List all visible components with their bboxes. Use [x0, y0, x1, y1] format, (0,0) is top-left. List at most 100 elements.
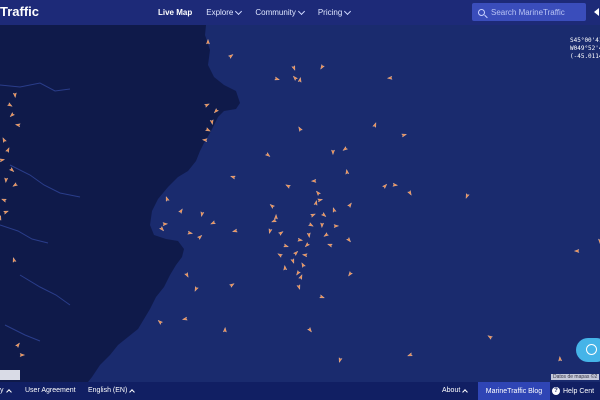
- vessel-marker-icon[interactable]: [347, 202, 353, 208]
- footer-language-label: English (EN): [88, 387, 128, 394]
- vessel-marker-icon[interactable]: [319, 294, 325, 300]
- vessel-marker-icon[interactable]: [265, 152, 271, 158]
- vessel-marker-icon[interactable]: [333, 224, 340, 228]
- vessel-marker-icon[interactable]: [320, 222, 324, 229]
- vessel-marker-icon[interactable]: [296, 284, 301, 290]
- vessel-marker-icon[interactable]: [401, 133, 407, 138]
- footer-user-agreement-link[interactable]: User Agreement: [25, 387, 76, 394]
- vessel-marker-icon[interactable]: [327, 243, 333, 248]
- vessel-marker-icon[interactable]: [269, 203, 275, 209]
- vessel-marker-icon[interactable]: [297, 237, 304, 242]
- map-scale: [0, 370, 20, 380]
- main-nav: Live Map Explore Community Pricing: [158, 0, 364, 25]
- chevron-up-icon: [5, 388, 12, 395]
- vessel-marker-icon[interactable]: [487, 334, 493, 340]
- vessel-marker-icon[interactable]: [268, 228, 273, 234]
- vessel-marker-icon[interactable]: [345, 168, 350, 175]
- nav-pricing[interactable]: Pricing: [318, 7, 352, 17]
- vessel-marker-icon[interactable]: [331, 149, 335, 156]
- vessel-marker-icon[interactable]: [382, 183, 388, 189]
- live-map[interactable]: S45°00'41. W049°52'4 (-45.0114, Datos de…: [0, 25, 600, 382]
- vessel-marker-icon[interactable]: [290, 258, 296, 264]
- vessel-marker-icon[interactable]: [313, 200, 318, 206]
- vessel-marker-icon[interactable]: [307, 327, 313, 333]
- chevron-up-icon: [129, 388, 136, 395]
- vessel-marker-icon[interactable]: [291, 65, 297, 71]
- vessel-marker-icon[interactable]: [386, 75, 393, 80]
- vessel-marker-icon[interactable]: [293, 250, 299, 256]
- top-navigation-bar: Traffic Live Map Explore Community Prici…: [0, 0, 600, 25]
- vessel-marker-icon[interactable]: [310, 212, 317, 218]
- vessel-marker-icon[interactable]: [162, 222, 169, 227]
- vessel-marker-icon[interactable]: [301, 253, 308, 258]
- vessel-marker-icon[interactable]: [372, 122, 378, 128]
- vessel-marker-icon[interactable]: [184, 272, 190, 278]
- footer-about-label: About: [442, 387, 461, 394]
- vessel-marker-icon[interactable]: [182, 316, 188, 321]
- vessel-marker-icon[interactable]: [283, 264, 288, 271]
- vessel-marker-icon[interactable]: [274, 76, 280, 81]
- vessel-marker-icon[interactable]: [338, 357, 343, 363]
- vessel-marker-icon[interactable]: [392, 182, 399, 187]
- vessel-marker-icon[interactable]: [178, 208, 184, 214]
- vessel-marker-icon[interactable]: [347, 271, 353, 277]
- vessel-marker-icon[interactable]: [323, 232, 329, 238]
- vessel-marker-icon[interactable]: [210, 220, 216, 226]
- vessel-marker-icon[interactable]: [310, 179, 317, 183]
- vessel-marker-icon[interactable]: [292, 75, 298, 81]
- vessel-marker-icon[interactable]: [315, 190, 321, 196]
- footer-language-select[interactable]: English (EN): [88, 387, 136, 395]
- vessel-marker-icon[interactable]: [298, 274, 304, 280]
- footer-privacy-link[interactable]: y: [0, 387, 12, 395]
- vessel-marker-icon[interactable]: [228, 53, 234, 59]
- vessel-marker-icon[interactable]: [317, 198, 323, 203]
- chat-button[interactable]: [576, 338, 600, 362]
- vessel-marker-icon[interactable]: [300, 262, 306, 268]
- vessel-marker-icon[interactable]: [271, 218, 277, 224]
- vessel-marker-icon[interactable]: [157, 319, 163, 325]
- vessel-marker-icon[interactable]: [200, 211, 205, 217]
- vessel-marker-icon[interactable]: [165, 196, 170, 202]
- search-placeholder: Search MarineTraffic: [491, 7, 565, 17]
- vessel-marker-icon[interactable]: [278, 230, 284, 236]
- search-input[interactable]: Search MarineTraffic: [472, 3, 586, 21]
- nav-community[interactable]: Community: [255, 7, 305, 17]
- vessel-marker-icon[interactable]: [297, 76, 302, 83]
- vessel-marker-icon[interactable]: [193, 286, 199, 293]
- vessel-marker-icon[interactable]: [297, 126, 303, 132]
- vessel-marker-icon[interactable]: [274, 213, 278, 220]
- vessel-marker-icon[interactable]: [232, 228, 238, 233]
- vessel-marker-icon[interactable]: [573, 249, 580, 253]
- vessel-marker-icon[interactable]: [197, 234, 203, 240]
- vessel-marker-icon[interactable]: [283, 243, 289, 248]
- search-icon: [478, 8, 485, 16]
- vessel-marker-icon[interactable]: [229, 282, 235, 288]
- vessel-marker-icon[interactable]: [304, 242, 310, 248]
- footer-about-link[interactable]: About: [442, 387, 469, 395]
- footer-blog-link[interactable]: MarineTraffic Blog: [478, 382, 550, 400]
- collapse-arrow-icon[interactable]: [594, 8, 599, 16]
- vessel-marker-icon[interactable]: [295, 270, 301, 276]
- vessel-marker-icon[interactable]: [277, 252, 283, 258]
- vessel-marker-icon[interactable]: [332, 207, 337, 213]
- vessel-marker-icon[interactable]: [465, 193, 470, 199]
- vessel-marker-icon[interactable]: [342, 146, 348, 152]
- chevron-down-icon: [344, 7, 352, 15]
- vessel-marker-icon[interactable]: [308, 222, 314, 228]
- vessel-marker-icon[interactable]: [159, 226, 165, 232]
- vessel-marker-icon[interactable]: [230, 175, 236, 180]
- vessel-marker-icon[interactable]: [407, 352, 413, 358]
- vessel-marker-icon[interactable]: [222, 326, 227, 333]
- footer-help-center-link[interactable]: ? Help Cent: [552, 387, 594, 395]
- vessel-marker-icon[interactable]: [407, 190, 413, 196]
- vessel-marker-icon[interactable]: [346, 237, 351, 243]
- vessel-marker-icon[interactable]: [187, 230, 194, 235]
- vessel-marker-icon[interactable]: [319, 64, 325, 70]
- vessel-marker-icon[interactable]: [321, 212, 327, 217]
- nav-explore[interactable]: Explore: [206, 7, 243, 17]
- nav-live-map[interactable]: Live Map: [158, 8, 192, 17]
- vessel-marker-icon[interactable]: [306, 232, 311, 239]
- vessel-marker-icon[interactable]: [285, 183, 291, 189]
- vessel-marker-icon[interactable]: [558, 355, 563, 362]
- marinetraffic-logo[interactable]: Traffic: [0, 4, 39, 19]
